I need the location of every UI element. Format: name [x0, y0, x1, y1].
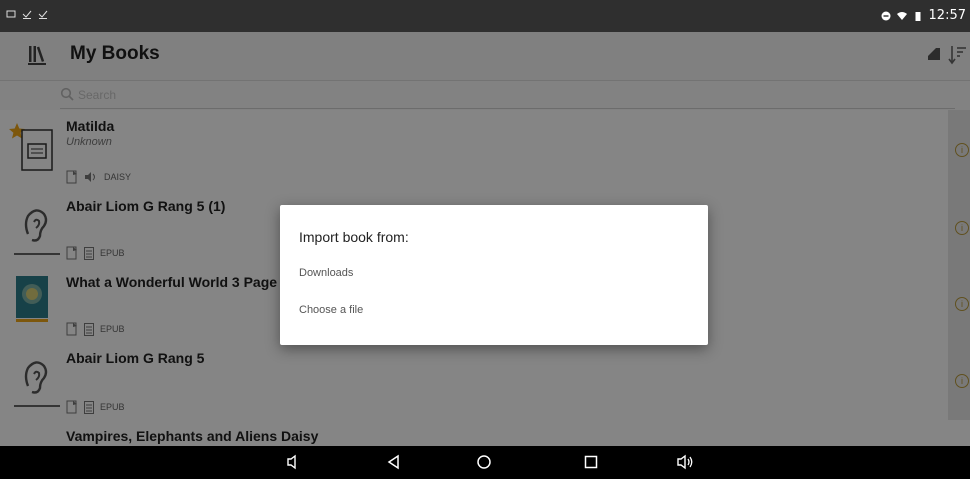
- import-option-choose-file[interactable]: Choose a file: [299, 304, 363, 316]
- status-time: 12:57: [928, 8, 966, 23]
- screenshot-icon: [6, 10, 16, 18]
- recents-icon[interactable]: [583, 454, 599, 470]
- wifi-icon: [896, 11, 907, 20]
- volume-down-icon[interactable]: [285, 454, 301, 470]
- nav-bar: [0, 446, 970, 479]
- do-not-disturb-icon: [881, 11, 891, 20]
- app-frame: 12:57 My Books Search Matilda Unknown DA…: [0, 0, 970, 479]
- dialog-title: Import book from:: [299, 229, 409, 245]
- import-dialog: Import book from: Downloads Choose a fil…: [280, 205, 708, 345]
- status-left-icons: [6, 9, 48, 19]
- home-icon[interactable]: [476, 454, 492, 470]
- download-done-icon-2: [38, 10, 48, 19]
- volume-up-icon[interactable]: [676, 454, 696, 470]
- back-icon[interactable]: [386, 454, 402, 470]
- download-done-icon: [22, 10, 32, 19]
- status-right-icons: 12:57: [881, 8, 966, 23]
- import-option-downloads[interactable]: Downloads: [299, 267, 353, 279]
- status-bar: 12:57: [0, 0, 970, 32]
- battery-icon: [915, 11, 921, 21]
